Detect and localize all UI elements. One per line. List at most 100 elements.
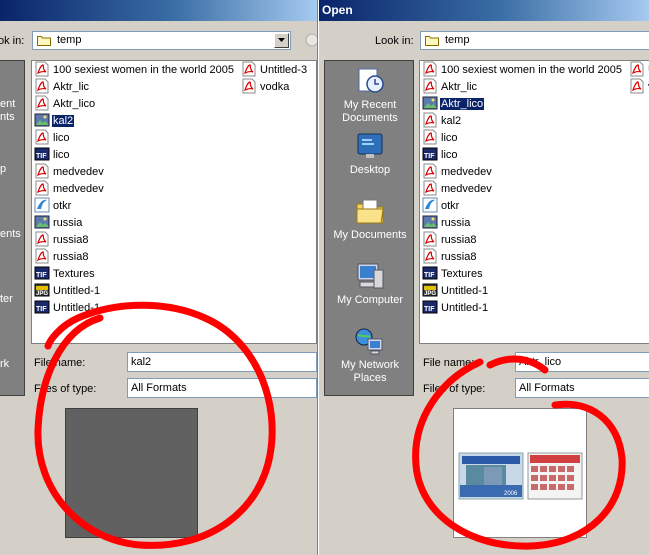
left-file-list[interactable]: 100 sexiest women in the world 2005 Aktr_… bbox=[31, 60, 317, 344]
pdf-icon bbox=[241, 61, 257, 77]
file-list-item[interactable]: TIF Untitled-1 bbox=[422, 300, 489, 317]
right-file-list[interactable]: 100 sexiest women in the world 2005 Aktr_… bbox=[419, 60, 649, 344]
file-name-text: medvedev bbox=[53, 183, 104, 195]
pdf-icon bbox=[629, 78, 645, 94]
right-open-dialog: Open Look in: temp My Recent Documents D… bbox=[319, 0, 649, 555]
place-my-documents[interactable]: My Documents bbox=[325, 195, 415, 242]
file-list-item[interactable]: kal2 bbox=[422, 112, 462, 130]
file-list-item[interactable]: otkr bbox=[422, 197, 460, 215]
file-name-text: Untitled-3 bbox=[260, 64, 308, 76]
pdf-icon bbox=[34, 95, 50, 111]
file-list-item[interactable]: Aktr_lico bbox=[34, 95, 96, 113]
svg-text:TIF: TIF bbox=[424, 272, 435, 279]
place-label: My Documents bbox=[333, 229, 407, 241]
my-documents-icon bbox=[356, 199, 384, 224]
file-list-item[interactable]: russia8 bbox=[422, 231, 477, 249]
left-file-name-input[interactable]: kal2 bbox=[127, 352, 317, 372]
left-place-5[interactable]: ter bbox=[0, 293, 13, 305]
file-list-item[interactable]: russia bbox=[422, 215, 471, 232]
file-list-item[interactable]: russia8 bbox=[422, 248, 477, 266]
file-list-item[interactable]: russia8 bbox=[34, 248, 89, 266]
right-look-in-dropdown[interactable]: temp bbox=[420, 31, 649, 50]
right-title-bar: Open bbox=[319, 0, 649, 21]
pdf-icon bbox=[422, 180, 438, 196]
file-name-text: medvedev bbox=[441, 166, 492, 178]
file-list-item[interactable]: JPG Untitled-1 bbox=[34, 283, 101, 300]
file-list-item[interactable]: TIF lico bbox=[34, 147, 71, 164]
folder-icon bbox=[37, 36, 51, 46]
left-place-1[interactable]: ent bbox=[0, 98, 15, 110]
file-name-text: Untitled-1 bbox=[441, 302, 489, 314]
svg-text:JPG: JPG bbox=[424, 291, 436, 297]
file-name-text: Aktr_lic bbox=[441, 81, 478, 93]
right-file-name-input[interactable]: Aktr_lico bbox=[515, 352, 649, 372]
file-list-item[interactable]: lico bbox=[422, 129, 459, 147]
file-list-item[interactable]: TIF Textures bbox=[34, 266, 96, 283]
file-name-text: kal2 bbox=[441, 115, 462, 127]
file-list-item[interactable]: medvedev bbox=[34, 163, 105, 181]
file-list-item[interactable]: Aktr_lic bbox=[422, 78, 478, 96]
file-list-item[interactable]: otkr bbox=[34, 197, 72, 215]
file-list-item[interactable]: JPG Untitled-1 bbox=[422, 283, 489, 300]
file-name-text: Textures bbox=[53, 268, 95, 280]
svg-text:TIF: TIF bbox=[424, 306, 435, 313]
left-look-in-value: temp bbox=[57, 34, 82, 46]
file-name-text: Untitled-1 bbox=[441, 285, 489, 297]
place-label: My Computer bbox=[336, 294, 404, 306]
network-places-icon bbox=[355, 328, 383, 355]
left-open-dialog: ok in: temp ent nts p ents ter rk 100 se… bbox=[0, 0, 317, 555]
place-label: My Network Places bbox=[340, 359, 400, 384]
place-my-recent-documents[interactable]: My Recent Documents bbox=[325, 65, 415, 125]
file-name-text: russia bbox=[441, 217, 471, 229]
file-list-item[interactable]: Untitled-3 bbox=[241, 61, 308, 79]
file-list-item[interactable]: v bbox=[629, 78, 649, 96]
back-arrow-icon[interactable] bbox=[305, 33, 317, 47]
file-list-item[interactable]: 100 sexiest women in the world 2005 bbox=[34, 61, 235, 79]
file-list-item[interactable]: lico bbox=[34, 129, 71, 147]
file-name-text: lico bbox=[53, 132, 70, 144]
place-desktop[interactable]: Desktop bbox=[325, 130, 415, 177]
image-icon bbox=[422, 214, 438, 230]
place-my-computer[interactable]: My Computer bbox=[325, 260, 415, 307]
file-list-item[interactable]: kal2 bbox=[34, 113, 76, 130]
file-list-item[interactable]: medvedev bbox=[422, 180, 493, 198]
right-look-in-label: Look in: bbox=[375, 35, 414, 47]
left-place-2[interactable]: nts bbox=[0, 111, 15, 123]
file-list-item[interactable]: U bbox=[629, 61, 649, 79]
pdf-icon bbox=[34, 129, 50, 145]
right-look-in-value: temp bbox=[445, 34, 470, 46]
file-list-item[interactable]: TIF lico bbox=[422, 147, 459, 164]
file-list-item[interactable]: 100 sexiest women in the world 2005 bbox=[422, 61, 623, 79]
file-name-text: Textures bbox=[441, 268, 483, 280]
file-name-text: otkr bbox=[441, 200, 460, 212]
pdf-icon bbox=[34, 231, 50, 247]
svg-text:JPG: JPG bbox=[36, 291, 48, 297]
preview-thumbnail-image: 2006 bbox=[458, 452, 583, 500]
recent-documents-icon bbox=[358, 68, 384, 93]
file-list-item[interactable]: Aktr_lico bbox=[422, 96, 486, 113]
file-list-item[interactable]: russia bbox=[34, 215, 83, 232]
jpg-icon: JPG bbox=[422, 282, 438, 298]
left-place-4[interactable]: ents bbox=[0, 228, 21, 240]
file-list-item[interactable]: russia8 bbox=[34, 231, 89, 249]
file-list-item[interactable]: medvedev bbox=[422, 163, 493, 181]
right-file-type-dropdown[interactable]: All Formats bbox=[515, 378, 649, 398]
chevron-down-icon[interactable] bbox=[274, 33, 289, 48]
left-place-3[interactable]: p bbox=[0, 163, 6, 175]
file-name-text: otkr bbox=[53, 200, 72, 212]
file-list-item[interactable]: medvedev bbox=[34, 180, 105, 198]
svg-text:TIF: TIF bbox=[36, 306, 47, 313]
file-list-item[interactable]: Aktr_lic bbox=[34, 78, 90, 96]
left-look-in-dropdown[interactable]: temp bbox=[32, 31, 291, 50]
file-list-item[interactable]: TIF Untitled-1 bbox=[34, 300, 101, 317]
right-file-name-label: File name: bbox=[423, 357, 475, 369]
place-my-network-places[interactable]: My Network Places bbox=[325, 325, 415, 385]
right-file-type-label: Files of type: bbox=[423, 383, 486, 395]
svg-text:TIF: TIF bbox=[36, 272, 47, 279]
corel-icon bbox=[422, 197, 438, 213]
left-file-type-dropdown[interactable]: All Formats bbox=[127, 378, 317, 398]
file-list-item[interactable]: vodka bbox=[241, 78, 290, 96]
left-place-6[interactable]: rk bbox=[0, 358, 9, 370]
right-places-bar: My Recent Documents Desktop My Documents… bbox=[324, 60, 414, 396]
file-list-item[interactable]: TIF Textures bbox=[422, 266, 484, 283]
